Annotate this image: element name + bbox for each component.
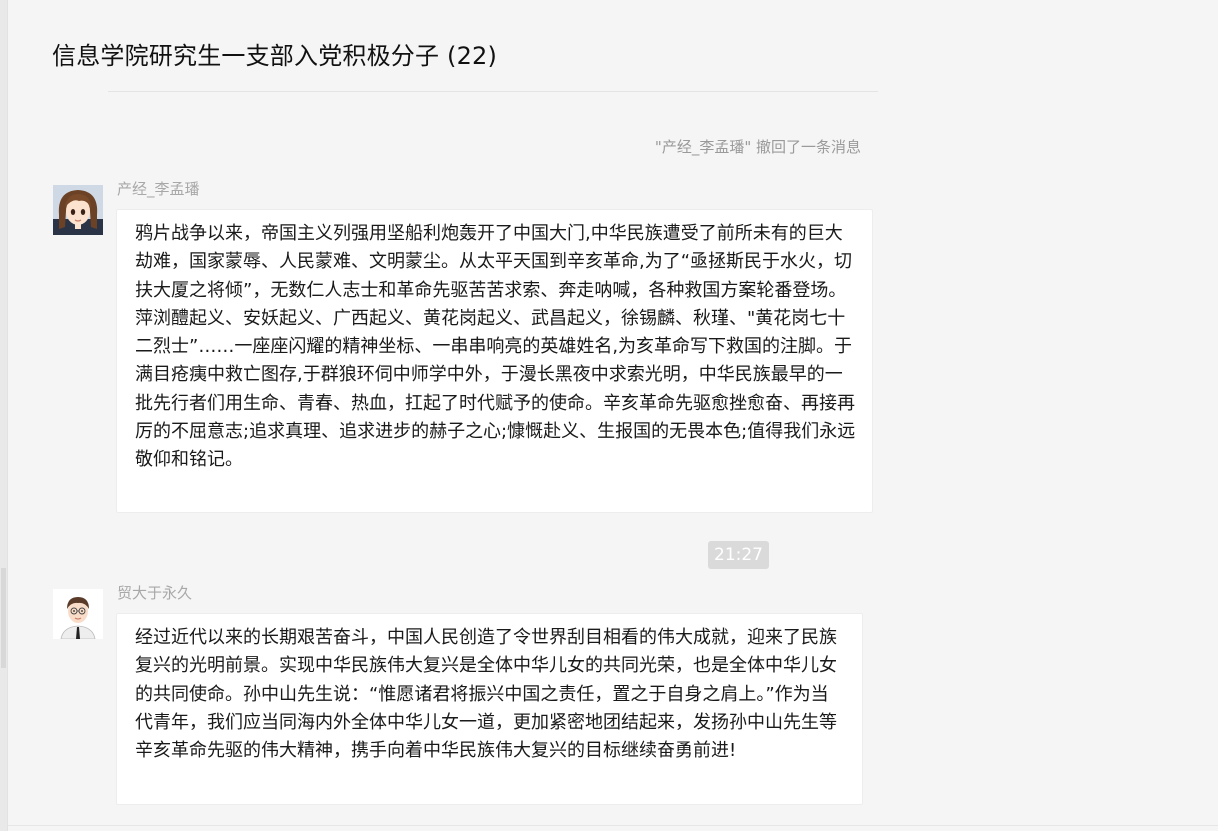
recall-notice: "产经_李孟璠" 撤回了一条消息 [654, 138, 861, 156]
chat-header: 信息学院研究生一支部入党积极分子 (22) [8, 0, 1218, 91]
cartoon-man-avatar-icon[interactable] [53, 589, 103, 639]
message-list[interactable]: "产经_李孟璠" 撤回了一条消息 产经_李孟璠 鸦片战争以来，帝国主义列强用坚船… [8, 92, 1218, 831]
chat-title: 信息学院研究生一支部入党积极分子 (22) [52, 42, 498, 70]
message-text: 经过近代以来的长期艰苦奋斗，中国人民创造了令世界刮目相看的伟大成就，迎来了民族复… [135, 627, 837, 762]
scrollbar-thumb[interactable] [1, 568, 6, 668]
sender-name: 产经_李孟璠 [117, 180, 200, 198]
sender-name: 贸大于永久 [117, 584, 193, 602]
message-bubble[interactable]: 鸦片战争以来，帝国主义列强用坚船利炮轰开了中国大门,中华民族遭受了前所未有的巨大… [116, 209, 873, 513]
anime-girl-avatar-icon[interactable] [53, 185, 103, 235]
message-text: 鸦片战争以来，帝国主义列强用坚船利炮轰开了中国大门,中华民族遭受了前所未有的巨大… [135, 223, 856, 471]
left-panel-edge [0, 0, 8, 831]
time-divider: 21:27 [708, 541, 769, 569]
input-area-divider [8, 825, 1218, 826]
message-bubble[interactable]: 经过近代以来的长期艰苦奋斗，中国人民创造了令世界刮目相看的伟大成就，迎来了民族复… [116, 613, 863, 805]
